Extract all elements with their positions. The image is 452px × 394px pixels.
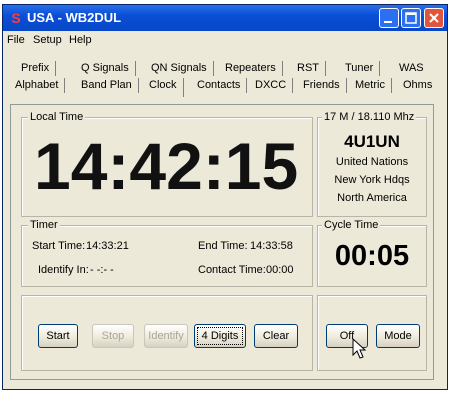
mouse-pointer-icon (352, 338, 367, 359)
menu-bar: File Setup Help (3, 31, 447, 49)
maximize-button[interactable] (401, 8, 421, 28)
start-time-label: Start Time: (32, 240, 86, 252)
menu-file[interactable]: File (7, 34, 25, 46)
callsign-text: 4U1UN (344, 132, 400, 151)
cycle-controls-group: Off Mode (317, 295, 427, 371)
menu-help[interactable]: Help (69, 34, 92, 46)
identify-button[interactable]: Identify (144, 324, 188, 348)
timer-group: Timer Start Time: 14:33:21 End Time: 14:… (21, 219, 313, 287)
clear-button[interactable]: Clear (254, 324, 298, 348)
frequency-group: 17 M / 18.110 Mhz 4U1UN United Nations N… (317, 111, 427, 217)
window-title: USA - WB2DUL (27, 10, 122, 25)
tab-q-signals[interactable]: Q Signals (77, 61, 136, 76)
ham-radio-app-icon: S (11, 10, 21, 26)
entity-line3: North America (337, 192, 407, 204)
tab-clock[interactable]: Clock (145, 78, 184, 97)
cycle-time-display: 00:05 (334, 240, 410, 272)
tab-strip: Prefix Q Signals QN Signals Repeaters RS… (3, 51, 447, 101)
four-digits-label: 4 Digits (197, 327, 243, 345)
local-time-group: Local Time 14:42:15 (21, 111, 313, 217)
clock-panel: Local Time 14:42:15 17 M / 18.110 Mhz 4U… (10, 104, 434, 380)
end-time-label: End Time: (198, 240, 248, 252)
tab-friends[interactable]: Friends (299, 78, 347, 93)
tab-qn-signals[interactable]: QN Signals (147, 61, 214, 76)
tab-rst[interactable]: RST (293, 61, 326, 76)
tab-ohms[interactable]: Ohms (399, 78, 438, 93)
contact-time-value: 00:00 (266, 264, 294, 276)
start-button[interactable]: Start (38, 324, 78, 348)
tab-was[interactable]: WAS (395, 61, 430, 76)
tab-alphabet[interactable]: Alphabet (11, 78, 66, 93)
frequency-label: 17 M / 18.110 Mhz (322, 111, 417, 123)
identify-in-value: - -:- - (90, 264, 114, 276)
identify-in-label: Identify In: (38, 264, 89, 276)
entity-line1: United Nations (335, 156, 409, 168)
tab-repeaters[interactable]: Repeaters (221, 61, 283, 76)
tab-tuner[interactable]: Tuner (341, 61, 381, 76)
cycle-time-label: Cycle Time (322, 219, 381, 231)
timer-controls-group: Start Stop Identify 4 Digits Clear (21, 295, 313, 371)
local-time-label: Local Time (28, 111, 86, 123)
tab-band-plan[interactable]: Band Plan (77, 78, 139, 93)
entity-line2: New York Hdqs (334, 174, 410, 186)
start-time-value: 14:33:21 (86, 240, 129, 252)
minimize-button[interactable] (379, 8, 399, 28)
tab-dxcc[interactable]: DXCC (251, 78, 294, 93)
menu-setup[interactable]: Setup (33, 34, 62, 46)
contact-time-label: Contact Time: (198, 264, 266, 276)
mode-button[interactable]: Mode (376, 324, 420, 348)
cycle-time-group: Cycle Time 00:05 (317, 219, 427, 287)
tab-contacts[interactable]: Contacts (193, 78, 248, 93)
title-bar[interactable]: S USA - WB2DUL (3, 5, 447, 31)
four-digits-button[interactable]: 4 Digits (194, 324, 246, 348)
local-time-display: 14:42:15 (34, 129, 299, 203)
tab-prefix[interactable]: Prefix (17, 61, 57, 76)
end-time-value: 14:33:58 (250, 240, 293, 252)
stop-button[interactable]: Stop (92, 324, 134, 348)
tab-metric[interactable]: Metric (351, 78, 392, 93)
timer-label: Timer (28, 219, 60, 231)
close-button[interactable] (424, 8, 444, 28)
